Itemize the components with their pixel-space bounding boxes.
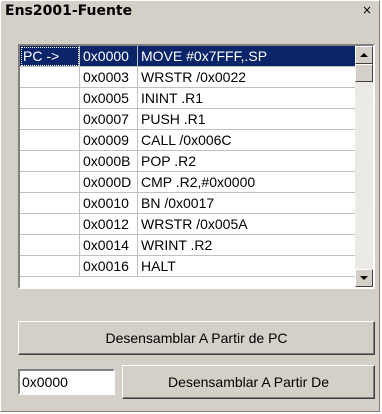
listing-row[interactable]: 0x0014 WRINT .R2 — [20, 235, 355, 256]
row-marker — [20, 235, 80, 256]
row-address: 0x0010 — [80, 193, 138, 214]
title-bar[interactable]: Ens2001-Fuente × — [1, 1, 379, 23]
disassemble-from-pc-button[interactable]: Desensamblar A Partir de PC — [18, 321, 375, 355]
disassembly-rows: PC -> 0x0000 MOVE #0x7FFF,.SP 0x0003 WRSTR /… — [20, 46, 355, 277]
scroll-down-button[interactable] — [355, 269, 373, 287]
row-instruction: WRSTR /0x0022 — [138, 67, 355, 88]
listing-row[interactable]: 0x0007 PUSH .R1 — [20, 109, 355, 130]
disassembly-listbox[interactable]: PC -> 0x0000 MOVE #0x7FFF,.SP 0x0003 WRSTR /… — [18, 44, 375, 289]
window-title: Ens2001-Fuente — [5, 3, 133, 19]
row-instruction: ININT .R1 — [138, 88, 355, 109]
row-marker — [20, 88, 80, 109]
listing-row[interactable]: PC -> 0x0000 MOVE #0x7FFF,.SP — [20, 46, 355, 67]
listing-row[interactable]: 0x0005 ININT .R1 — [20, 88, 355, 109]
row-marker — [20, 67, 80, 88]
row-address: 0x0007 — [80, 109, 138, 130]
disassemble-from-address-button[interactable]: Desensamblar A Partir De — [122, 365, 375, 399]
row-instruction: PUSH .R1 — [138, 109, 355, 130]
row-instruction: WRSTR /0x005A — [138, 214, 355, 235]
row-marker — [20, 172, 80, 193]
row-marker — [20, 130, 80, 151]
vertical-scrollbar[interactable] — [355, 46, 373, 287]
listing-row[interactable]: 0x000D CMP .R2,#0x0000 — [20, 172, 355, 193]
row-address: 0x0000 — [80, 46, 138, 67]
listing-row[interactable]: 0x0003 WRSTR /0x0022 — [20, 67, 355, 88]
row-address: 0x000B — [80, 151, 138, 172]
row-address: 0x0003 — [80, 67, 138, 88]
row-instruction: CMP .R2,#0x0000 — [138, 172, 355, 193]
row-address: 0x0005 — [80, 88, 138, 109]
row-address: 0x0009 — [80, 130, 138, 151]
row-address: 0x0012 — [80, 214, 138, 235]
scrollbar-thumb[interactable] — [355, 64, 373, 82]
row-instruction: WRINT .R2 — [138, 235, 355, 256]
close-icon[interactable]: × — [361, 4, 373, 16]
row-address: 0x0014 — [80, 235, 138, 256]
row-marker — [20, 151, 80, 172]
listing-row[interactable]: 0x0009 CALL /0x006C — [20, 130, 355, 151]
listing-row[interactable]: 0x0016 HALT — [20, 256, 355, 277]
listing-row[interactable]: 0x000B POP .R2 — [20, 151, 355, 172]
row-instruction: POP .R2 — [138, 151, 355, 172]
row-marker — [20, 109, 80, 130]
row-instruction: CALL /0x006C — [138, 130, 355, 151]
row-address: 0x0016 — [80, 256, 138, 277]
listing-row[interactable]: 0x0012 WRSTR /0x005A — [20, 214, 355, 235]
row-instruction: MOVE #0x7FFF,.SP — [138, 46, 355, 67]
start-address-input[interactable] — [18, 369, 115, 395]
row-marker — [20, 193, 80, 214]
arrow-up-icon — [360, 53, 368, 57]
row-marker — [20, 256, 80, 277]
arrow-down-icon — [360, 276, 368, 280]
row-marker: PC -> — [20, 46, 80, 67]
row-instruction: HALT — [138, 256, 355, 277]
row-address: 0x000D — [80, 172, 138, 193]
row-marker — [20, 214, 80, 235]
row-instruction: BN /0x0017 — [138, 193, 355, 214]
scroll-up-button[interactable] — [355, 46, 373, 64]
listing-row[interactable]: 0x0010 BN /0x0017 — [20, 193, 355, 214]
